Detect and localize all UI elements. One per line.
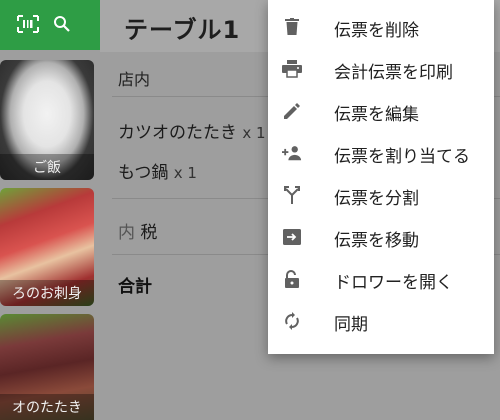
menu-item-label: ドロワーを開く (334, 273, 453, 293)
menu-thumb-label: ご飯 (0, 154, 94, 180)
menu-item-edit-ticket[interactable]: 伝票を編集 (268, 90, 494, 132)
barcode-scan-icon[interactable] (14, 10, 42, 38)
menu-thumb-label: オのたたき (0, 394, 94, 420)
menu-item-label: 伝票を分割 (334, 189, 419, 209)
move-icon (282, 227, 302, 247)
menu-item-print-bill[interactable]: 会計伝票を印刷 (268, 48, 494, 90)
menu-thumb-sashimi[interactable]: ろのお刺身 (0, 188, 94, 306)
delete-icon (282, 17, 302, 37)
menu-item-assign-ticket[interactable]: 伝票を割り当てる (268, 132, 494, 174)
ticket-options-menu: 伝票を削除 会計伝票を印刷 伝票を編集 伝票を割り当てる 伝票を分割 伝票を移動… (268, 0, 494, 354)
edit-pencil-icon (282, 101, 302, 121)
ticket-item-name: カツオのたたき (118, 123, 237, 143)
page-title: テーブル1 (124, 16, 241, 44)
tax-prefix: 内 (118, 223, 135, 243)
top-toolbar (0, 0, 100, 50)
split-icon (282, 185, 302, 205)
search-icon[interactable] (48, 10, 76, 38)
print-icon (282, 59, 302, 79)
menu-item-open-drawer[interactable]: ドロワーを開く (268, 258, 494, 300)
sync-icon (282, 311, 302, 331)
menu-item-move-ticket[interactable]: 伝票を移動 (268, 216, 494, 258)
tax-row: 内 税 (118, 218, 157, 243)
section-label: 店内 (118, 70, 151, 89)
ticket-item-qty: x 1 (173, 164, 197, 182)
menu-thumb-katsuo[interactable]: オのたたき (0, 314, 94, 420)
menu-item-label: 伝票を割り当てる (334, 147, 470, 167)
tax-label: 税 (140, 223, 158, 243)
menu-item-split-ticket[interactable]: 伝票を分割 (268, 174, 494, 216)
menu-thumb-label: ろのお刺身 (0, 280, 94, 306)
menu-item-label: 伝票を移動 (334, 231, 419, 251)
menu-item-label: 伝票を削除 (334, 21, 419, 41)
ticket-item-name: もつ鍋 (118, 163, 169, 183)
menu-thumb-rice[interactable]: ご飯 (0, 60, 94, 180)
menu-item-label: 会計伝票を印刷 (334, 63, 453, 83)
total-label: 合計 (118, 277, 152, 297)
assign-person-icon (282, 143, 302, 163)
menu-item-label: 同期 (334, 315, 368, 335)
unlock-icon (282, 269, 302, 289)
menu-item-delete-ticket[interactable]: 伝票を削除 (268, 6, 494, 48)
menu-item-sync[interactable]: 同期 (268, 300, 494, 342)
menu-thumbnails: ご飯 ろのお刺身 オのたたき (0, 50, 100, 420)
ticket-item[interactable]: カツオのたたき x 1 (118, 118, 266, 143)
ticket-item-qty: x 1 (242, 124, 266, 142)
app-root: ご飯 ろのお刺身 オのたたき テーブル1 店内 カツオのたたき x 1 もつ鍋 … (0, 0, 500, 420)
ticket-item[interactable]: もつ鍋 x 1 (118, 158, 197, 183)
menu-item-label: 伝票を編集 (334, 105, 419, 125)
